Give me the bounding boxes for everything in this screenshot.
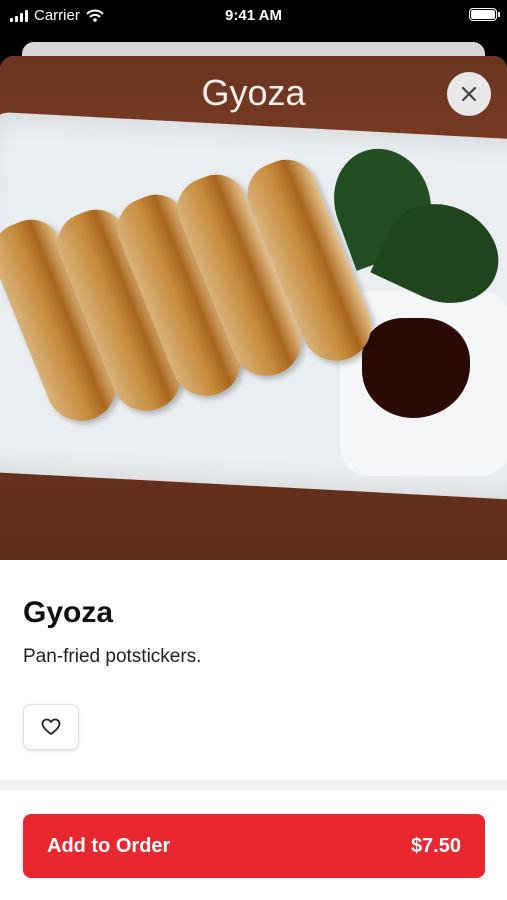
item-name: Gyoza: [23, 596, 114, 629]
item-detail-sheet: Gyoza Gyoza Pan-fried potstickers. Add t…: [0, 56, 507, 900]
order-price: $7.50: [410, 834, 461, 857]
status-bar: Carrier 9:41 AM: [0, 0, 507, 34]
add-to-order-button[interactable]: Add to Order $7.50: [23, 814, 485, 878]
add-to-order-label: Add to Order: [47, 834, 171, 857]
heart-icon: [41, 718, 61, 735]
item-photo: Gyoza: [0, 56, 507, 560]
item-description: Pan-fried potstickers.: [23, 646, 202, 667]
close-button[interactable]: [447, 72, 491, 116]
status-time: 9:41 AM: [225, 7, 282, 24]
battery-icon: [469, 8, 500, 21]
favorite-button[interactable]: [23, 704, 79, 750]
photo-title: Gyoza: [201, 72, 306, 113]
close-icon: [461, 86, 477, 102]
divider: [0, 780, 507, 790]
